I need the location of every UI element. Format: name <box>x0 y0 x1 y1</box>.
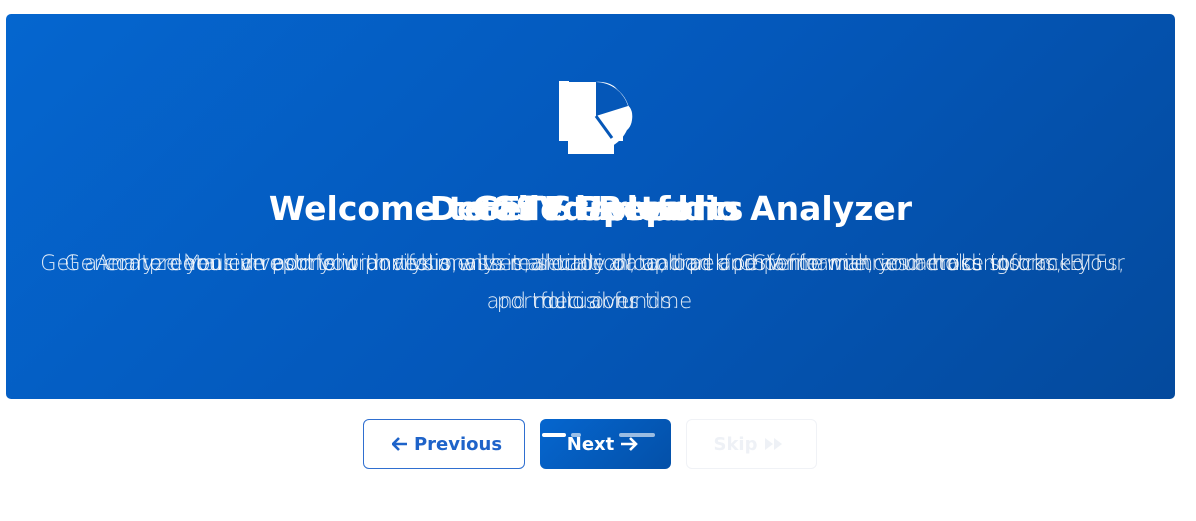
arrow-left-icon <box>391 437 408 451</box>
skip-button[interactable]: Skip <box>686 419 817 469</box>
slide-title: Detailed Reports <box>429 189 744 228</box>
fast-forward-icon <box>764 437 784 451</box>
previous-button-label: Previous <box>413 433 503 455</box>
next-button[interactable]: Next <box>540 419 671 469</box>
progress-dot <box>571 433 581 437</box>
skip-button-label: Skip <box>713 433 758 455</box>
progress-dot <box>619 433 655 437</box>
onboarding-slide: Detailed Reports Generate detailed repor… <box>6 14 1175 399</box>
progress-indicator <box>541 433 671 439</box>
pie-chart-icon <box>562 82 630 150</box>
onboarding-hero-panel: Welcome to ETF Portfolio Analyzer Analyz… <box>6 14 1175 399</box>
arrow-right-icon <box>620 437 639 451</box>
previous-button[interactable]: Previous <box>363 419 525 469</box>
slide-description: Generate detailed reports with risk anal… <box>64 251 1125 313</box>
progress-dot-active <box>542 433 566 437</box>
